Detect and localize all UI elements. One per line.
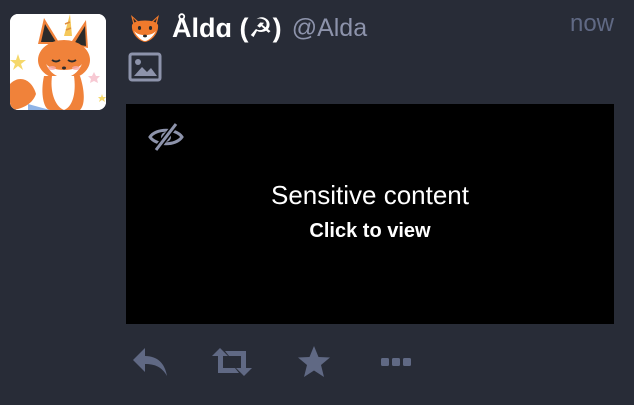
star-icon [298,346,330,377]
boost-icon [212,348,252,376]
sensitive-content-title: Sensitive content [270,180,469,210]
image-icon [128,52,162,82]
display-name[interactable]: Åldɑ (☭) [172,13,282,44]
boost-button[interactable] [210,340,254,384]
account-handle[interactable]: @Alda [292,14,367,43]
reply-icon [133,348,167,376]
fox-emoji-icon [131,15,159,42]
avatar[interactable] [10,14,106,110]
timestamp[interactable]: now [570,10,614,38]
click-to-view-label[interactable]: Click to view [126,220,614,243]
more-button[interactable] [374,340,418,384]
sensitive-media[interactable]: Sensitive content Click to view [126,104,614,324]
status-header: Åldɑ (☭) @Alda [128,10,614,46]
ellipsis-icon [381,358,411,366]
status-actions [126,340,426,384]
reply-button[interactable] [128,340,172,384]
favourite-button[interactable] [292,340,336,384]
status-card: Åldɑ (☭) @Alda now Sensitive content Cli… [0,0,634,405]
eye-slash-icon[interactable] [146,122,186,152]
